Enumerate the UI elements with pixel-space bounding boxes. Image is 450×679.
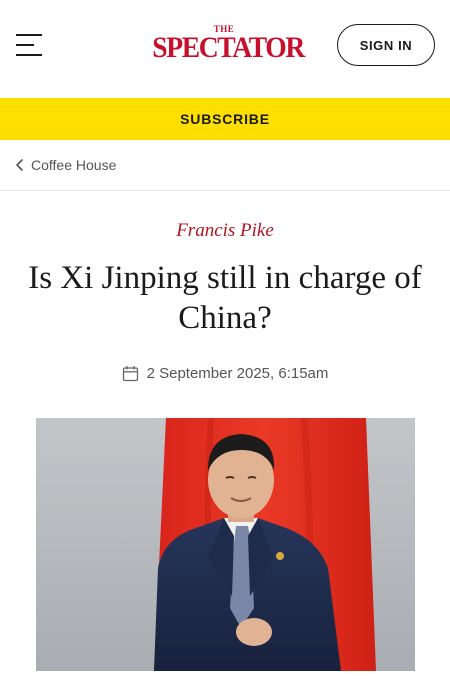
author-link[interactable]: Francis Pike xyxy=(0,220,450,242)
chevron-left-icon xyxy=(16,159,23,171)
calendar-icon xyxy=(122,366,138,382)
hero-image xyxy=(36,418,415,671)
logo-wordmark: SPECTATOR xyxy=(152,31,305,64)
site-header: THE SPECTATOR SIGN IN xyxy=(0,0,450,98)
hamburger-menu-icon[interactable] xyxy=(16,34,44,58)
article-headline: Is Xi Jinping still in charge of China? xyxy=(28,260,422,336)
site-logo[interactable]: THE SPECTATOR xyxy=(146,24,305,68)
breadcrumb: Coffee House xyxy=(0,140,450,191)
article-date: 2 September 2025, 6:15am xyxy=(146,365,329,382)
breadcrumb-back-link[interactable]: Coffee House xyxy=(14,155,116,175)
breadcrumb-label: Coffee House xyxy=(31,157,117,173)
subscribe-button[interactable]: SUBSCRIBE xyxy=(0,98,450,140)
sign-in-button[interactable]: SIGN IN xyxy=(337,24,435,66)
article-dateline: 2 September 2025, 6:15am xyxy=(0,365,450,382)
